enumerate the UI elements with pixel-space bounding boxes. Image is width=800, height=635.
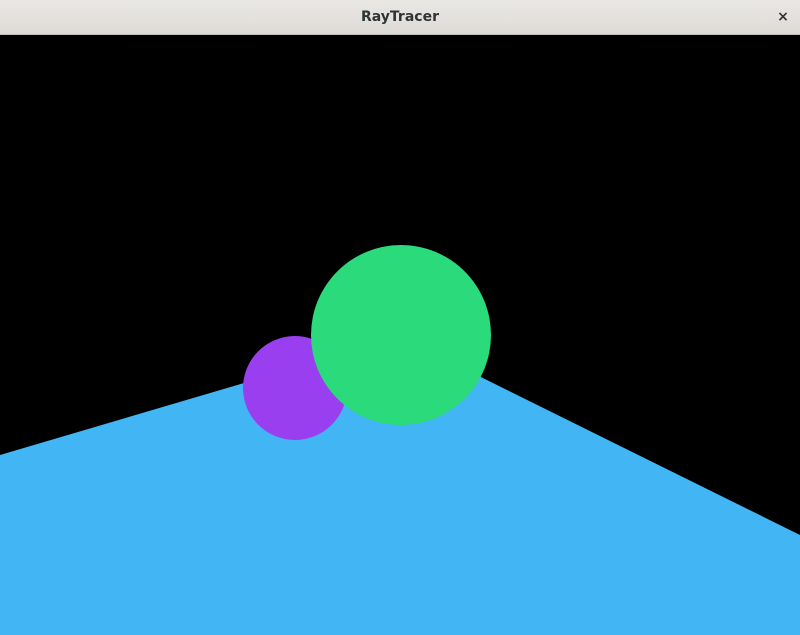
render-scene [0, 35, 800, 635]
close-button[interactable]: × [772, 6, 794, 28]
app-window: RayTracer × [0, 0, 800, 635]
title-bar[interactable]: RayTracer × [0, 0, 800, 35]
render-canvas [0, 35, 800, 635]
green-sphere [311, 245, 491, 425]
close-icon: × [777, 9, 789, 25]
window-title: RayTracer [361, 9, 439, 25]
